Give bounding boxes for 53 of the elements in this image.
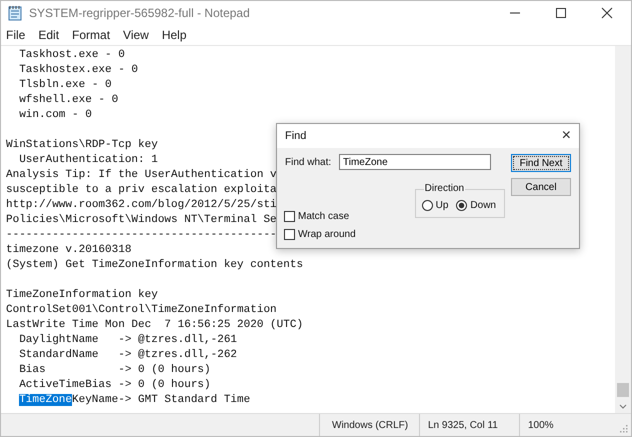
checkbox-label[interactable]: Match case — [298, 211, 350, 222]
cursor-position-status: Ln 9325, Col 11 — [419, 414, 519, 436]
text-line: TimeZoneInformation key — [6, 289, 158, 301]
text-line: ControlSet001\Control\TimeZoneInformation — [6, 304, 277, 316]
text-line: Analysis Tip: If the UserAuthentication v — [6, 169, 277, 181]
text-line: wfshell.exe - 0 — [18, 94, 118, 106]
text-line: WinStations\RDP-Tcp key — [6, 139, 158, 151]
menu-item[interactable]: File — [6, 28, 26, 42]
text-line: Taskhost.exe - 0 — [18, 49, 125, 61]
find-next-button[interactable]: Find Next — [511, 154, 571, 172]
text-line: http://www.room362.com/blog/2012/5/25/sti — [6, 199, 277, 211]
line-ending-status: Windows (CRLF) — [319, 414, 419, 436]
menu-item[interactable]: Edit — [38, 28, 60, 42]
scrollbar-thumb[interactable] — [617, 383, 629, 397]
cancel-button[interactable]: Cancel — [511, 178, 571, 196]
menu-item[interactable]: Format — [72, 28, 110, 42]
radio-button[interactable] — [422, 200, 433, 211]
text-line: (System) Get TimeZoneInformation key contents — [6, 259, 304, 271]
close-button[interactable]: × — [562, 127, 571, 145]
resize-grip-icon[interactable] — [620, 425, 628, 433]
checkbox[interactable] — [284, 229, 295, 240]
vertical-scrollbar[interactable] — [615, 46, 631, 413]
radio-label[interactable]: Down — [470, 200, 496, 211]
text-line: Taskhostex.exe - 0 — [18, 64, 138, 76]
text-line: Tlsbln.exe - 0 — [18, 79, 112, 91]
text-line: DaylightName -> @tzres.dll,-261 — [18, 334, 238, 346]
close-icon[interactable] — [601, 7, 613, 19]
radio-button[interactable] — [456, 200, 468, 211]
dialog-title: Find — [285, 130, 306, 142]
group-label: Direction — [424, 183, 466, 194]
find-what-field[interactable]: TimeZone — [339, 154, 491, 170]
text-line: Policies\Microsoft\Windows NT\Terminal Se — [6, 214, 277, 226]
maximize-icon[interactable] — [555, 7, 567, 19]
checkbox[interactable] — [284, 211, 295, 222]
text-line: Bias -> 0 (0 hours) — [18, 364, 211, 376]
find-what-label: Find what: — [285, 156, 332, 168]
notepad-icon — [7, 5, 23, 21]
text-line: win.com - 0 — [18, 109, 92, 121]
text-line: ActiveTimeBias -> 0 (0 hours) — [18, 379, 211, 391]
text-line: KeyName-> GMT Standard Time — [72, 394, 250, 406]
text-line: StandardName -> @tzres.dll,-262 — [18, 349, 238, 361]
checkbox-label[interactable]: Wrap around — [298, 229, 356, 240]
text-line: UserAuthentication: 1 — [18, 154, 158, 166]
menu-item[interactable]: Help — [162, 28, 187, 42]
zoom-status: 100% — [519, 414, 620, 436]
menu-item[interactable]: View — [123, 28, 149, 42]
window-title: SYSTEM-regripper-565982-full - Notepad — [29, 6, 251, 20]
radio-label[interactable]: Up — [436, 200, 448, 211]
text-line: susceptible to a priv escalation exploita — [6, 184, 277, 196]
text-line: ----------------------------------------- — [6, 229, 277, 241]
selected-text: TimeZone — [19, 394, 72, 406]
text-line: timezone v.20160318 — [6, 244, 132, 256]
text-line: LastWrite Time Mon Dec 7 16:56:25 2020 (UTC) — [6, 319, 304, 331]
